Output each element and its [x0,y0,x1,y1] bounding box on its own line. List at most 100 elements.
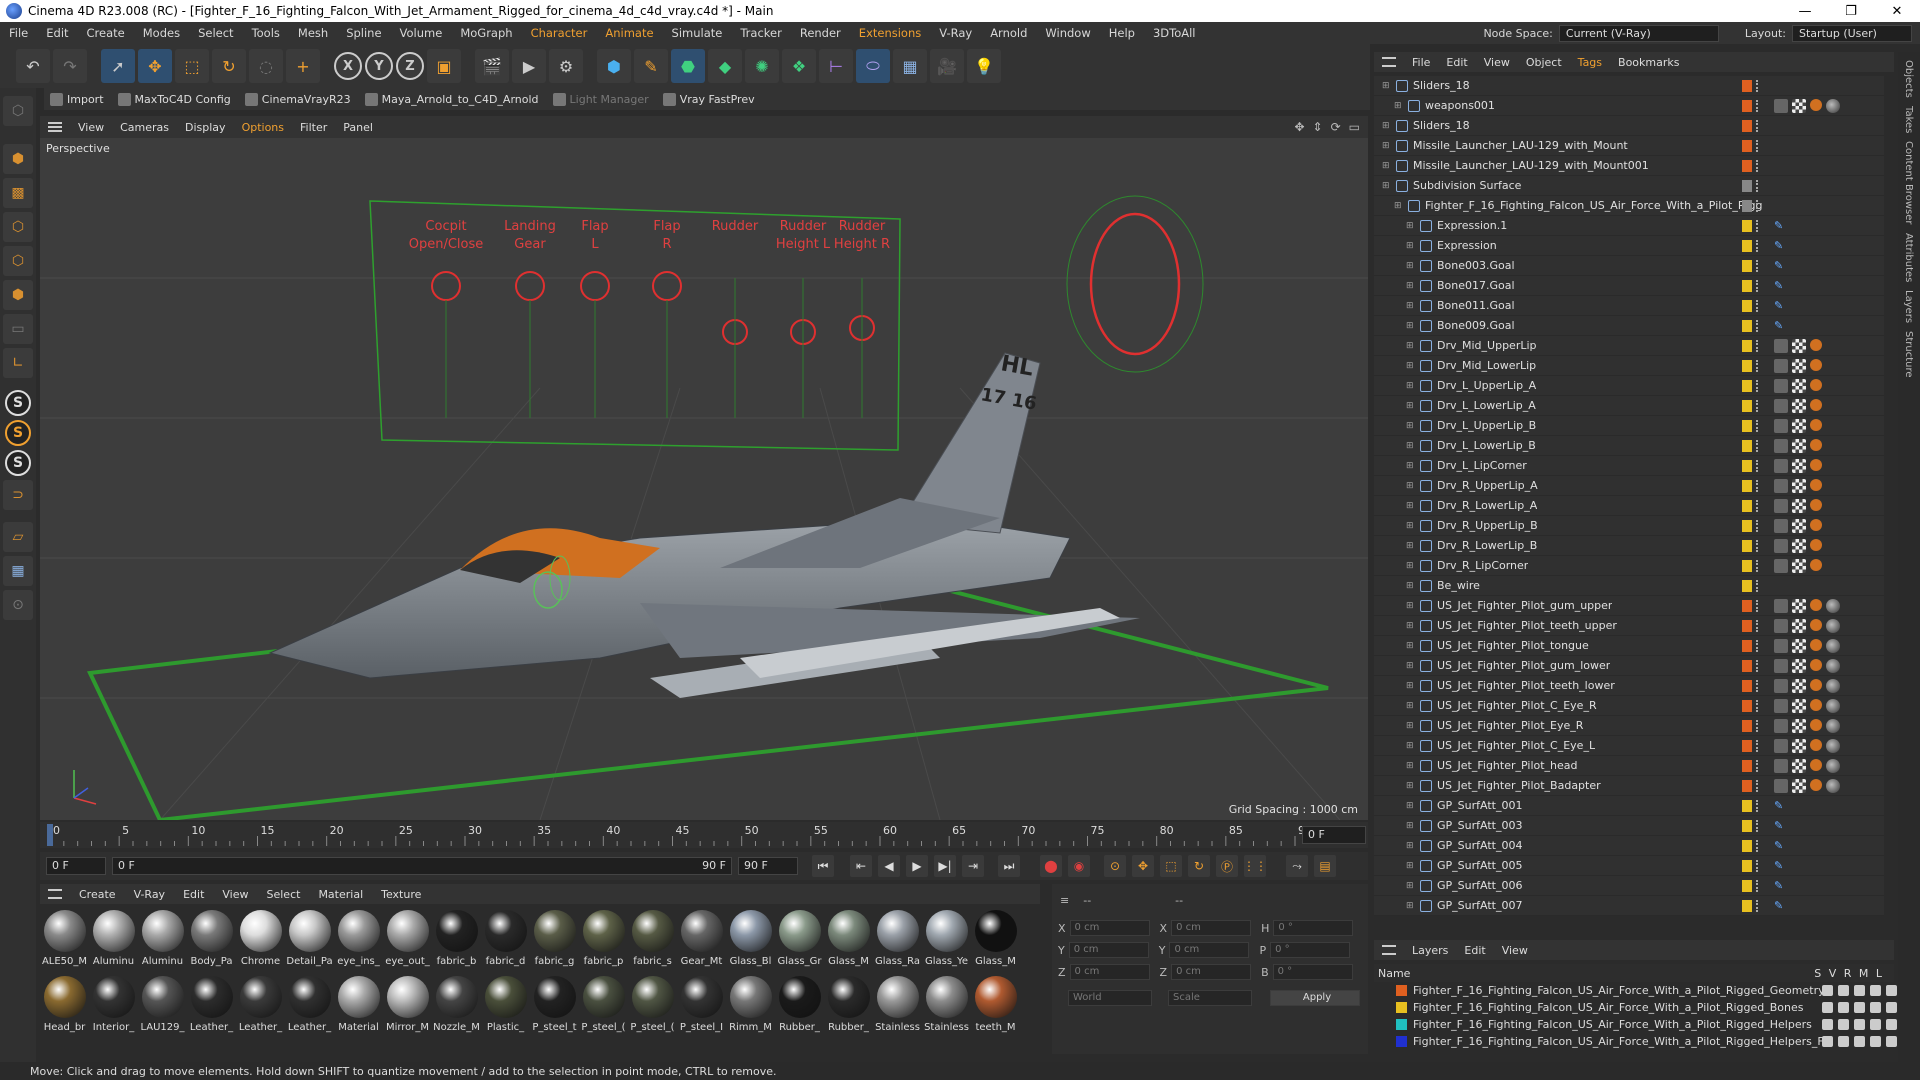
material-swatch[interactable]: Glass_M [971,906,1020,972]
object-row[interactable]: ⊞ US_Jet_Fighter_Pilot_gum_lower [1374,656,1884,676]
visibility-dots-icon[interactable] [1756,719,1760,732]
visibility-dots-icon[interactable] [1756,459,1760,472]
object-row[interactable]: ⊞ Bone011.Goal ✎ [1374,296,1884,316]
expand-icon[interactable]: ⊞ [1406,461,1416,471]
texture-tag-icon[interactable] [1792,498,1806,513]
menu-arnold[interactable]: Arnold [981,26,1036,40]
layer-color-swatch[interactable] [1742,299,1752,312]
expand-icon[interactable]: ⊞ [1382,81,1392,91]
material-tag-icon[interactable] [1826,778,1840,793]
menu-mesh[interactable]: Mesh [289,26,337,40]
layer-color-swatch[interactable] [1742,899,1752,912]
object-row[interactable]: ⊞ GP_SurfAtt_007 ✎ [1374,896,1884,916]
layer-color-swatch[interactable] [1396,1036,1407,1047]
layer-color-swatch[interactable] [1742,379,1752,392]
x-size-field[interactable]: 0 cm [1171,920,1252,936]
menu-spline[interactable]: Spline [337,26,390,40]
phong-tag-icon[interactable] [1774,398,1788,413]
visibility-dots-icon[interactable] [1756,639,1760,652]
scale-tool-icon[interactable]: ⬚ [175,49,209,83]
visibility-dots-icon[interactable] [1756,679,1760,692]
plugin-cinemavrayr23[interactable]: CinemaVrayR23 [244,92,351,106]
expand-icon[interactable]: ⊞ [1406,861,1416,871]
previous-frame-icon[interactable]: ◀ [878,855,900,877]
close-button[interactable]: ✕ [1874,4,1920,19]
go-to-end-icon[interactable]: ⏭ [998,855,1020,877]
layer-menu-layers[interactable]: Layers [1404,944,1456,957]
layer-color-swatch[interactable] [1396,985,1407,996]
texture-tag-icon[interactable] [1792,698,1806,713]
material-swatch[interactable]: fabric_s [628,906,677,972]
object-menu-edit[interactable]: Edit [1438,56,1475,69]
manager-icon[interactable] [1870,985,1881,996]
layer-color-swatch[interactable] [1742,739,1752,752]
phong-tag-icon[interactable] [1774,558,1788,573]
object-row[interactable]: ⊞ Sliders_18 [1374,116,1884,136]
visible-icon[interactable] [1838,1002,1849,1013]
layer-color-swatch[interactable] [1742,859,1752,872]
material-swatch[interactable]: P_steel_( [579,972,628,1038]
visibility-dots-icon[interactable] [1756,499,1760,512]
visibility-dots-icon[interactable] [1756,439,1760,452]
menu-file[interactable]: File [0,26,37,40]
object-row[interactable]: ⊞ GP_SurfAtt_006 ✎ [1374,876,1884,896]
render-icon[interactable] [1854,1036,1865,1047]
visibility-dots-icon[interactable] [1756,159,1760,172]
layer-color-swatch[interactable] [1742,139,1752,152]
render-settings-icon[interactable]: ⚙ [549,49,583,83]
constraint-tag-icon[interactable]: ✎ [1774,819,1788,833]
texture-tag-icon[interactable] [1792,398,1806,413]
expand-icon[interactable]: ⊞ [1406,841,1416,851]
object-row[interactable]: ⊞ Missile_Launcher_LAU-129_with_Mount001 [1374,156,1884,176]
select-tool-icon[interactable]: ➚ [101,49,135,83]
weight-tag-icon[interactable] [1810,338,1822,351]
layer-color-swatch[interactable] [1742,319,1752,332]
expand-icon[interactable]: ⊞ [1382,161,1392,171]
texture-tag-icon[interactable] [1792,598,1806,613]
object-row[interactable]: ⊞ Drv_R_LipCorner [1374,556,1884,576]
expand-icon[interactable]: ⊞ [1394,201,1404,211]
texture-tag-icon[interactable] [1792,418,1806,433]
y-position-field[interactable]: 0 cm [1068,942,1149,958]
phong-tag-icon[interactable] [1774,358,1788,373]
viewport-menu-view[interactable]: View [70,121,112,134]
layer-color-swatch[interactable] [1742,399,1752,412]
weight-tag-icon[interactable] [1810,478,1822,491]
object-row[interactable]: ⊞ US_Jet_Fighter_Pilot_C_Eye_L [1374,736,1884,756]
object-row[interactable]: ⊞ Drv_Mid_UpperLip [1374,336,1884,356]
object-menu-file[interactable]: File [1404,56,1438,69]
visibility-dots-icon[interactable] [1756,519,1760,532]
expand-icon[interactable]: ⊞ [1406,421,1416,431]
constraint-tag-icon[interactable]: ✎ [1774,839,1788,853]
material-tag-icon[interactable] [1826,758,1840,773]
visibility-dots-icon[interactable] [1756,119,1760,132]
move-tool-icon[interactable]: ✥ [138,49,172,83]
visibility-dots-icon[interactable] [1756,899,1760,912]
object-row[interactable]: ⊞ US_Jet_Fighter_Pilot_head [1374,756,1884,776]
live-select-icon[interactable]: ◌ [249,49,283,83]
object-row[interactable]: ⊞ Sliders_18 [1374,76,1884,96]
object-row[interactable]: ⊞ Missile_Launcher_LAU-129_with_Mount [1374,136,1884,156]
texture-tag-icon[interactable] [1792,718,1806,733]
visibility-dots-icon[interactable] [1756,379,1760,392]
visibility-dots-icon[interactable] [1756,579,1760,592]
expand-icon[interactable]: ⊞ [1382,141,1392,151]
magnet-icon[interactable]: ⊃ [3,480,33,510]
layer-color-swatch[interactable] [1742,579,1752,592]
ring-controller[interactable] [1089,212,1181,356]
deformer-icon[interactable]: ⊢ [819,49,853,83]
minimize-button[interactable]: — [1782,4,1828,19]
layer-color-swatch[interactable] [1742,459,1752,472]
visibility-dots-icon[interactable] [1756,79,1760,92]
layer-row[interactable]: Fighter_F_16_Fighting_Falcon_US_Air_Forc… [1374,1033,1897,1050]
layer-color-swatch[interactable] [1742,819,1752,832]
phong-tag-icon[interactable] [1774,378,1788,393]
phong-tag-icon[interactable] [1774,658,1788,673]
texture-tag-icon[interactable] [1792,358,1806,373]
motion-path-icon[interactable]: ⤳ [1286,855,1308,877]
menu-simulate[interactable]: Simulate [663,26,732,40]
material-tag-icon[interactable] [1826,598,1840,613]
record-icon[interactable]: ⬤ [1040,855,1062,877]
expand-icon[interactable]: ⊞ [1406,661,1416,671]
object-row[interactable]: ⊞ US_Jet_Fighter_Pilot_Eye_R [1374,716,1884,736]
